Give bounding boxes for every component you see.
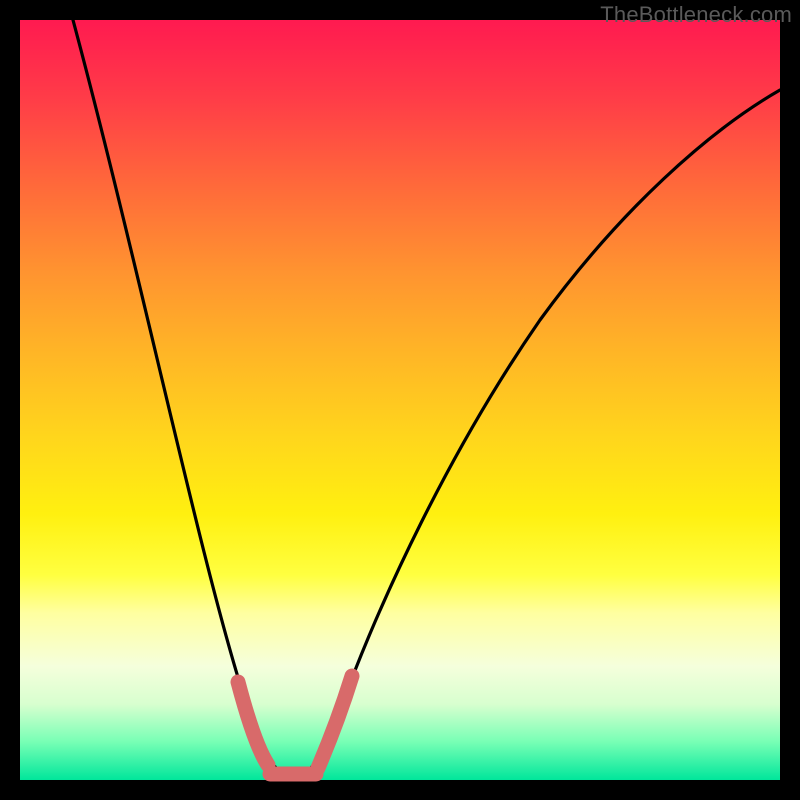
chart-frame: TheBottleneck.com	[0, 0, 800, 800]
bottleneck-curve	[20, 20, 780, 780]
plot-area	[20, 20, 780, 780]
curve-path	[73, 20, 780, 775]
valley-marker-left	[238, 682, 268, 765]
watermark-text: TheBottleneck.com	[600, 2, 792, 28]
valley-marker-right	[318, 676, 352, 768]
